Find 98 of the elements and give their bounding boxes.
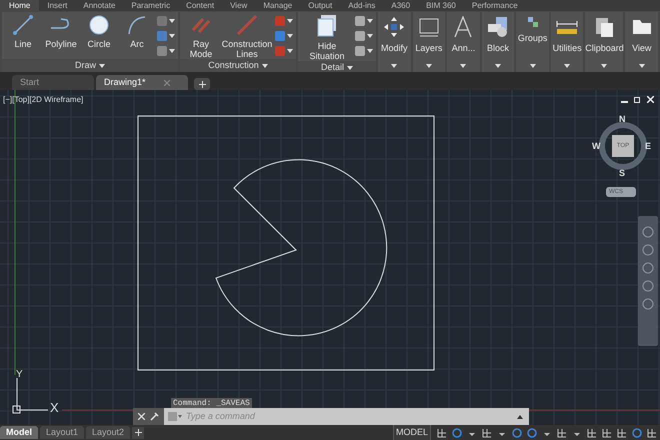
- ribbon-panel-button[interactable]: Block: [482, 12, 514, 72]
- ribbon-tab[interactable]: Output: [300, 0, 340, 11]
- x-axis-label: X: [50, 401, 59, 414]
- tool-button[interactable]: Ray Mode: [183, 14, 219, 59]
- caret-icon: [287, 49, 293, 53]
- ucs-axes-icon: [12, 378, 48, 414]
- ribbon-tab[interactable]: BIM 360: [418, 0, 464, 11]
- close-icon: [164, 80, 170, 86]
- command-prompt-icon[interactable]: [168, 412, 182, 421]
- viewport-controls-label[interactable]: [−][Top][2D Wireframe]: [3, 94, 84, 106]
- model-space-button[interactable]: MODEL: [392, 425, 431, 440]
- close-icon[interactable]: [647, 96, 654, 103]
- caret-icon: [99, 64, 105, 68]
- small-tool-button[interactable]: [275, 30, 293, 42]
- ribbon-panel-button[interactable]: Modify: [378, 12, 411, 72]
- layout-tab[interactable]: Layout2: [86, 426, 130, 439]
- new-tab-button[interactable]: [194, 78, 210, 90]
- tool-button[interactable]: Polyline: [43, 14, 79, 59]
- rectangle-icon: [418, 16, 440, 38]
- tool-button[interactable]: Arc: [119, 14, 155, 59]
- wrench-icon[interactable]: [150, 412, 159, 421]
- small-tool-button[interactable]: [355, 45, 373, 57]
- caret-icon: [564, 64, 570, 68]
- move-arrows-icon: [383, 16, 406, 38]
- restore-icon[interactable]: [634, 96, 641, 103]
- caret-icon: [495, 64, 502, 68]
- ribbon-panel-button[interactable]: View: [625, 12, 658, 72]
- compass-south-label[interactable]: S: [619, 167, 626, 180]
- caret-icon[interactable]: [517, 414, 523, 418]
- small-tool-button[interactable]: [157, 15, 175, 27]
- ribbon-tab[interactable]: Parametric: [123, 0, 178, 11]
- caret-icon: [367, 34, 373, 38]
- caret-icon: [262, 64, 268, 68]
- line-icon: [12, 14, 34, 36]
- ribbon-tab[interactable]: Home: [0, 0, 40, 11]
- construction-line-icon: [235, 14, 259, 36]
- small-tool-button[interactable]: [157, 30, 175, 42]
- caret-icon: [530, 64, 536, 68]
- compass-east-label[interactable]: E: [645, 140, 652, 154]
- compass-north-label[interactable]: N: [619, 113, 626, 126]
- ribbon-tab[interactable]: Add-ins: [340, 0, 384, 11]
- caret-icon: [287, 19, 293, 23]
- caret-icon: [601, 64, 608, 68]
- small-tool-button[interactable]: [355, 15, 373, 27]
- stacked-sheets-icon: [316, 14, 338, 38]
- tool-button[interactable]: Line: [5, 14, 41, 59]
- ribbon-tab[interactable]: A360: [383, 0, 418, 11]
- tool-button[interactable]: Hide Situation: [301, 14, 353, 61]
- snap-circle-icon[interactable]: [452, 428, 462, 438]
- ribbon-tab[interactable]: Annotate: [75, 0, 124, 11]
- ortho-lines-icon[interactable]: [482, 428, 492, 438]
- small-tool-button[interactable]: [157, 45, 175, 57]
- caret-icon: [169, 19, 175, 23]
- file-tab[interactable]: Start: [12, 75, 94, 90]
- caret-icon: [347, 66, 353, 70]
- panel-title[interactable]: Draw: [2, 59, 178, 72]
- tool-button[interactable]: Construction Lines: [221, 14, 273, 59]
- caret-icon: [391, 64, 398, 68]
- command-input-field[interactable]: Type a command: [133, 408, 529, 425]
- small-tool-button[interactable]: [355, 30, 373, 42]
- caret-icon: [169, 49, 175, 53]
- caret-icon: [426, 64, 432, 68]
- ribbon-tab[interactable]: Content: [178, 0, 222, 11]
- grid-icon[interactable]: [437, 428, 447, 438]
- ribbon-tab[interactable]: Manage: [255, 0, 300, 11]
- group-icon: [526, 16, 539, 28]
- layout-tab[interactable]: Layout1: [40, 426, 84, 439]
- ribbon-tab[interactable]: View: [222, 0, 256, 11]
- check-circle-icon[interactable]: [632, 428, 642, 438]
- ribbon-panel-button[interactable]: Utilities: [550, 12, 584, 72]
- block-icon: [487, 16, 510, 38]
- circle-icon: [88, 14, 110, 36]
- caret-icon: [169, 34, 175, 38]
- arc-icon: [126, 14, 148, 36]
- compass-west-label[interactable]: W: [592, 140, 600, 154]
- small-tool-button[interactable]: [275, 45, 293, 57]
- file-tab[interactable]: Drawing1*: [96, 75, 188, 90]
- panel-title[interactable]: Construction: [180, 59, 296, 72]
- close-icon[interactable]: [138, 413, 145, 420]
- caret-icon: [367, 19, 373, 23]
- ribbon-tab[interactable]: Performance: [464, 0, 526, 11]
- command-input[interactable]: Type a command: [186, 410, 517, 424]
- caret-icon: [367, 49, 373, 53]
- ribbon-panel-button[interactable]: Groups: [516, 12, 549, 72]
- clipboard-icon: [593, 16, 616, 38]
- caret-icon: [460, 64, 466, 68]
- caret-icon: [287, 34, 293, 38]
- tool-button[interactable]: Circle: [81, 14, 117, 59]
- y-axis-label: Y: [16, 368, 23, 382]
- ribbon-panel-button[interactable]: Ann...: [447, 12, 480, 72]
- small-tool-button[interactable]: [275, 15, 293, 27]
- ribbon-panel-button[interactable]: Clipboard: [585, 12, 624, 72]
- layout-tab[interactable]: Model: [0, 426, 38, 439]
- ribbon-tab[interactable]: Insert: [39, 0, 76, 11]
- caret-icon: [638, 64, 645, 68]
- new-layout-button[interactable]: [132, 426, 144, 438]
- letter-icon: [452, 16, 474, 38]
- ribbon-panel-button[interactable]: Layers: [412, 12, 446, 72]
